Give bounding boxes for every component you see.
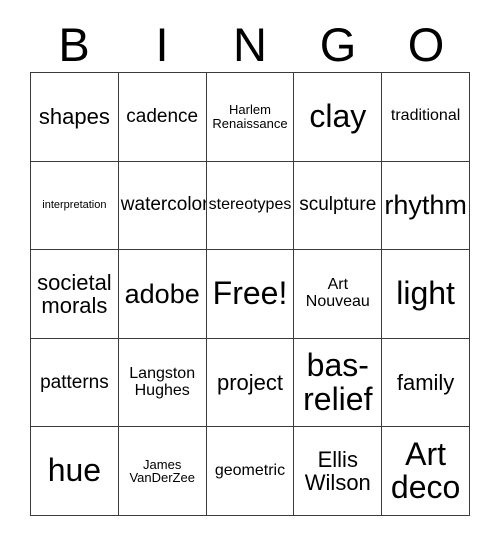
header-letter-o: O [407, 17, 445, 71]
bingo-cell[interactable]: project [206, 338, 295, 428]
bingo-cell[interactable]: Langston Hughes [118, 338, 207, 428]
bingo-cell-label: shapes [38, 104, 110, 130]
bingo-cell-label: project [216, 370, 284, 396]
bingo-cell-label: geometric [214, 461, 286, 479]
bingo-cell[interactable]: clay [294, 73, 383, 162]
bingo-cell-free[interactable]: Free! [206, 250, 295, 339]
bingo-header: B I N G O [30, 16, 470, 72]
bingo-cell[interactable]: interpretation [31, 161, 119, 251]
bingo-cell[interactable]: Harlem Renaissance [206, 73, 295, 162]
bingo-cell[interactable]: patterns [31, 338, 119, 428]
bingo-cell-label: bas-relief [303, 347, 373, 417]
bingo-cell-label: clay [309, 98, 367, 134]
bingo-cell-label: Harlem Renaissance [212, 102, 288, 131]
bingo-cell[interactable]: watercolor [118, 161, 207, 251]
bingo-cell[interactable]: James VanDerZee [118, 427, 207, 516]
bingo-cell-label: Art Nouveau [305, 276, 370, 310]
bingo-cell[interactable]: cadence [118, 73, 207, 162]
header-letter-g: G [319, 17, 357, 71]
bingo-cell-label: sculpture [299, 194, 377, 216]
bingo-cell[interactable]: geometric [206, 427, 295, 516]
bingo-cell[interactable]: bas-relief [294, 338, 383, 428]
bingo-cell-label: Art deco [390, 435, 461, 506]
bingo-cell[interactable]: Ellis Wilson [294, 427, 383, 516]
bingo-cell[interactable]: light [382, 250, 470, 339]
bingo-cell[interactable]: stereotypes [206, 161, 295, 251]
bingo-cell-label: light [396, 275, 455, 312]
bingo-cell[interactable]: hue [31, 427, 119, 516]
bingo-cell[interactable]: family [382, 338, 470, 428]
bingo-cell[interactable]: adobe [118, 250, 207, 339]
bingo-cell-label: cadence [126, 105, 199, 127]
header-letter-i: I [155, 17, 169, 71]
header-letter-b: B [58, 17, 90, 71]
bingo-cell-label: Free! [212, 275, 288, 312]
bingo-cell-label: stereotypes [208, 195, 292, 213]
bingo-cell[interactable]: traditional [382, 73, 470, 162]
header-letter-n: N [233, 17, 267, 71]
bingo-cell-label: hue [47, 452, 102, 489]
bingo-cell-label: societal morals [37, 269, 112, 318]
bingo-cell-label: watercolor [120, 194, 207, 216]
bingo-cell-label: James VanDerZee [129, 456, 195, 486]
bingo-cell-label: interpretation [42, 198, 107, 211]
bingo-cell-label: adobe [124, 278, 200, 309]
bingo-card: B I N G O shapes cadence Harlem Renaissa… [0, 0, 500, 544]
bingo-cell[interactable]: Art Nouveau [294, 250, 383, 339]
bingo-cell[interactable]: societal morals [31, 250, 119, 339]
bingo-cell-label: Langston Hughes [129, 364, 196, 399]
bingo-cell-label: patterns [40, 371, 109, 393]
bingo-grid: shapes cadence Harlem Renaissance clay t… [30, 72, 470, 516]
bingo-cell-label: rhythm [384, 190, 467, 221]
bingo-cell[interactable]: Art deco [382, 427, 470, 516]
bingo-cell-label: Ellis Wilson [304, 447, 371, 496]
bingo-cell-label: family [396, 370, 455, 396]
bingo-cell[interactable]: sculpture [294, 161, 383, 251]
bingo-cell[interactable]: shapes [31, 73, 119, 162]
bingo-cell-label: traditional [390, 107, 461, 125]
bingo-cell[interactable]: rhythm [382, 161, 470, 251]
